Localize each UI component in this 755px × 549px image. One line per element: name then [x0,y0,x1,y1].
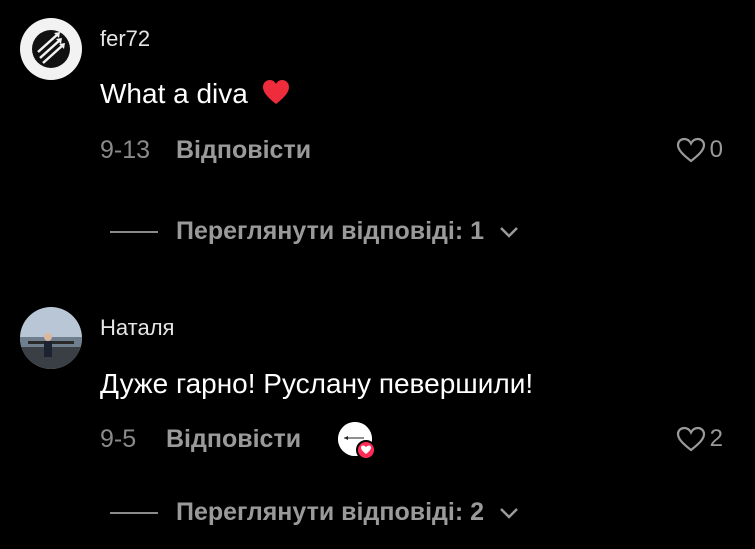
view-replies-button[interactable]: Переглянути відповіді: 2 [110,498,520,527]
like-count: 0 [709,136,723,163]
view-replies-label: Переглянути відповіді: 1 [176,217,485,245]
chevron-down-icon [500,507,518,519]
view-replies-button[interactable]: Переглянути відповіді: 1 [110,217,520,246]
like-button[interactable]: 0 [676,136,723,164]
creator-liked-badge [338,422,376,460]
comment-text: What a diva [100,78,290,112]
chevron-down-icon [500,226,518,238]
heart-outline-icon [676,137,705,163]
divider-line [110,230,158,233]
comment-text-content: What a diva [100,78,248,109]
antifascist-logo-icon [21,19,81,79]
divider-line [110,511,158,514]
avatar[interactable] [20,18,82,80]
avatar[interactable] [20,307,82,369]
liked-heart-dot-icon [356,440,376,460]
like-count: 2 [709,425,723,452]
comment-username[interactable]: fer72 [100,26,150,52]
comment-date: 9-5 [100,425,137,453]
view-replies-label: Переглянути відповіді: 2 [176,498,485,526]
comment-date: 9-13 [100,136,151,164]
comment-text: Дуже гарно! Руслану певершили! [100,368,534,399]
reply-button[interactable]: Відповісти [166,425,301,454]
red-heart-emoji-icon [262,79,290,112]
like-button[interactable]: 2 [676,425,723,453]
heart-outline-icon [676,426,705,452]
reply-button[interactable]: Відповісти [176,136,311,165]
profile-photo-icon [20,307,82,369]
comment-username[interactable]: Наталя [100,315,174,341]
